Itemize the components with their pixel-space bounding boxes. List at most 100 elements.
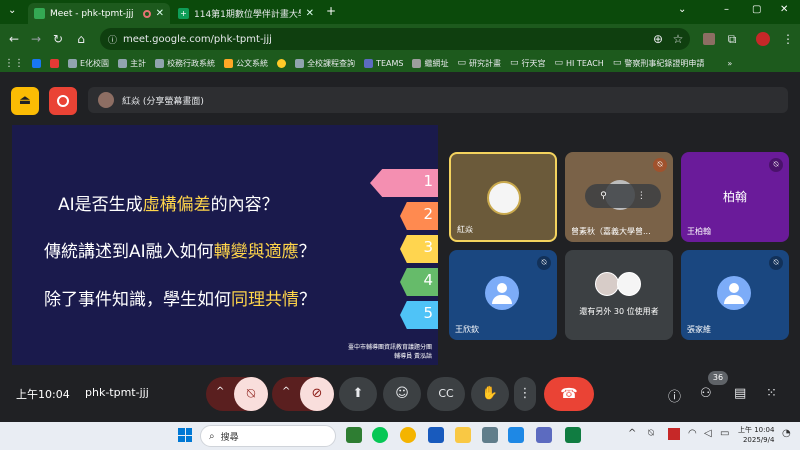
slide-question-2: 傳統講述到AI融入如何轉變與適應？: [44, 242, 316, 262]
bookmark-folder[interactable]: ▭ 行天宮: [510, 58, 546, 69]
bookmark-facebook[interactable]: [32, 58, 41, 68]
wifi-icon[interactable]: ◠: [688, 428, 697, 439]
recording-icon: [142, 9, 151, 18]
bookmark-folder[interactable]: ▭ HI TEACH: [555, 58, 604, 68]
participant-name: 張家維: [687, 325, 711, 334]
participant-tile-2[interactable]: 柏翰 ⍉ 王柏翰: [681, 152, 789, 242]
bookmark-item[interactable]: [277, 58, 287, 68]
present-screen-button[interactable]: ⬆: [339, 377, 377, 411]
profile-avatar[interactable]: [756, 32, 770, 46]
url-text: meet.google.com/phk-tpmt-jjj: [123, 33, 272, 45]
camera-toggle-button[interactable]: ⊘: [300, 377, 334, 411]
menu-icon[interactable]: ⋮: [780, 31, 796, 47]
avatar: [717, 276, 751, 310]
close-tab-icon[interactable]: ✕: [306, 8, 314, 19]
leave-call-button[interactable]: ☎: [544, 377, 594, 411]
bookmark-item[interactable]: 全校課程查詢: [295, 58, 355, 69]
facebook-icon: [32, 58, 41, 68]
raise-hand-button[interactable]: ✋: [471, 377, 509, 411]
volume-icon[interactable]: ◁: [704, 428, 712, 439]
tray-mic-icon[interactable]: ⍉: [648, 428, 654, 439]
taskbar-clock[interactable]: 上午 10:04 2025/9/4: [738, 425, 774, 445]
people-icon[interactable]: ⚇: [700, 386, 712, 401]
reload-icon[interactable]: ↻: [50, 31, 66, 47]
bookmarks-more-icon[interactable]: »: [727, 59, 732, 68]
mic-control-group: ^ ⍉: [206, 377, 268, 411]
close-tab-icon[interactable]: ✕: [156, 8, 164, 19]
bookmark-item[interactable]: 主計: [118, 58, 146, 69]
meeting-info-icon[interactable]: ⓘ: [668, 386, 681, 405]
excel-icon[interactable]: [565, 427, 581, 443]
participant-tile-1[interactable]: ⚲ ⋮ ⍉ 曾素秋（嘉義大學曾...: [565, 152, 673, 242]
clock-time: 上午 10:04: [738, 426, 775, 434]
tray-chevron-icon[interactable]: ^: [628, 428, 636, 439]
mic-toggle-button[interactable]: ⍉: [234, 377, 268, 411]
app-icon[interactable]: [536, 427, 552, 443]
app-icon[interactable]: [346, 427, 362, 443]
snipping-tool-icon[interactable]: [508, 427, 524, 443]
activities-icon[interactable]: ⁙: [766, 386, 777, 401]
participant-name: 紅焱: [457, 225, 473, 234]
battery-icon[interactable]: ▭: [720, 428, 729, 439]
browser-tab-strip: ⌄ Meet - phk-tpmt-jjj ✕ + 114第1期數位學伴計畫大學…: [0, 0, 800, 24]
meeting-details-icon[interactable]: ⏏: [11, 87, 39, 115]
participant-tile-3[interactable]: ⍉ 王欣欽: [449, 250, 557, 340]
search-placeholder: 搜尋: [220, 432, 239, 443]
notification-icon[interactable]: ◔: [782, 428, 791, 439]
tray-app-icon[interactable]: [668, 428, 680, 440]
more-options-button[interactable]: ⋮: [514, 377, 536, 411]
emoji-reaction-button[interactable]: ☺: [383, 377, 421, 411]
tab-list-button[interactable]: ⌄: [678, 4, 686, 15]
line-app-icon[interactable]: [372, 427, 388, 443]
extension-icon[interactable]: [703, 33, 715, 45]
close-window-button[interactable]: ✕: [780, 4, 788, 15]
bookmark-item[interactable]: E化校園: [68, 58, 109, 69]
bookmark-item[interactable]: 繼網址: [412, 58, 448, 69]
zoom-icon[interactable]: ⊕: [650, 31, 666, 47]
bookmark-folder[interactable]: ▭ 研究計畫: [457, 58, 501, 69]
mic-options-chevron-icon[interactable]: ^: [216, 386, 224, 397]
calculator-icon[interactable]: [482, 427, 498, 443]
minimize-button[interactable]: –: [724, 4, 729, 15]
bookmark-item[interactable]: 公文系統: [224, 58, 268, 69]
presentation-banner: 紅焱 (分享螢幕畫面): [88, 87, 788, 113]
footer-person: 輔導員 黃泓諳: [394, 353, 432, 360]
participant-count-badge: 36: [708, 371, 728, 385]
recording-button[interactable]: [49, 87, 77, 115]
address-bar[interactable]: ⓘ meet.google.com/phk-tpmt-jjj: [100, 28, 690, 50]
bookmark-item[interactable]: 校務行政系統: [155, 58, 215, 69]
file-explorer-icon[interactable]: [455, 427, 471, 443]
meet-favicon-icon: [34, 8, 45, 19]
extensions-puzzle-icon[interactable]: ⧉: [724, 31, 740, 47]
start-button[interactable]: [178, 428, 192, 442]
avatar: [98, 92, 114, 108]
bookmark-star-icon[interactable]: ☆: [670, 31, 686, 47]
forward-icon[interactable]: →: [28, 31, 44, 47]
camera-options-chevron-icon[interactable]: ^: [282, 386, 290, 397]
captions-button[interactable]: CC: [427, 377, 465, 411]
tab-search-icon[interactable]: ⌄: [8, 5, 22, 19]
tab-meet[interactable]: Meet - phk-tpmt-jjj ✕: [28, 3, 170, 24]
tile-hover-controls[interactable]: ⚲ ⋮: [585, 184, 661, 208]
more-options-icon[interactable]: ⋮: [637, 191, 646, 201]
chrome-icon[interactable]: [400, 427, 416, 443]
new-tab-button[interactable]: +: [326, 4, 336, 18]
bookmark-youtube[interactable]: [50, 58, 59, 68]
youtube-icon: [50, 58, 59, 68]
pin-icon[interactable]: ⚲: [600, 191, 607, 201]
site-info-icon[interactable]: ⓘ: [108, 33, 117, 46]
taskbar-search[interactable]: ⌕ 搜尋: [200, 425, 336, 447]
chat-icon[interactable]: ▤: [734, 386, 746, 401]
bookmark-folder[interactable]: ▭ 警察刑事紀錄證明申請: [613, 58, 705, 69]
word-icon[interactable]: [428, 427, 444, 443]
participant-tile-4[interactable]: 還有另外 30 位使用者: [565, 250, 673, 340]
maximize-button[interactable]: ▢: [752, 4, 761, 15]
bookmark-item[interactable]: TEAMS: [364, 58, 403, 68]
participant-tile-5[interactable]: ⍉ 張家維: [681, 250, 789, 340]
home-icon[interactable]: ⌂: [73, 31, 89, 47]
apps-icon[interactable]: ⋮⋮: [4, 58, 24, 69]
participant-tile-0[interactable]: 紅焱: [449, 152, 557, 242]
tab-sheets[interactable]: + 114第1期數位學伴計畫大學伴學 ✕: [172, 3, 320, 24]
camera-control-group: ^ ⊘: [272, 377, 334, 411]
back-icon[interactable]: ←: [6, 31, 22, 47]
